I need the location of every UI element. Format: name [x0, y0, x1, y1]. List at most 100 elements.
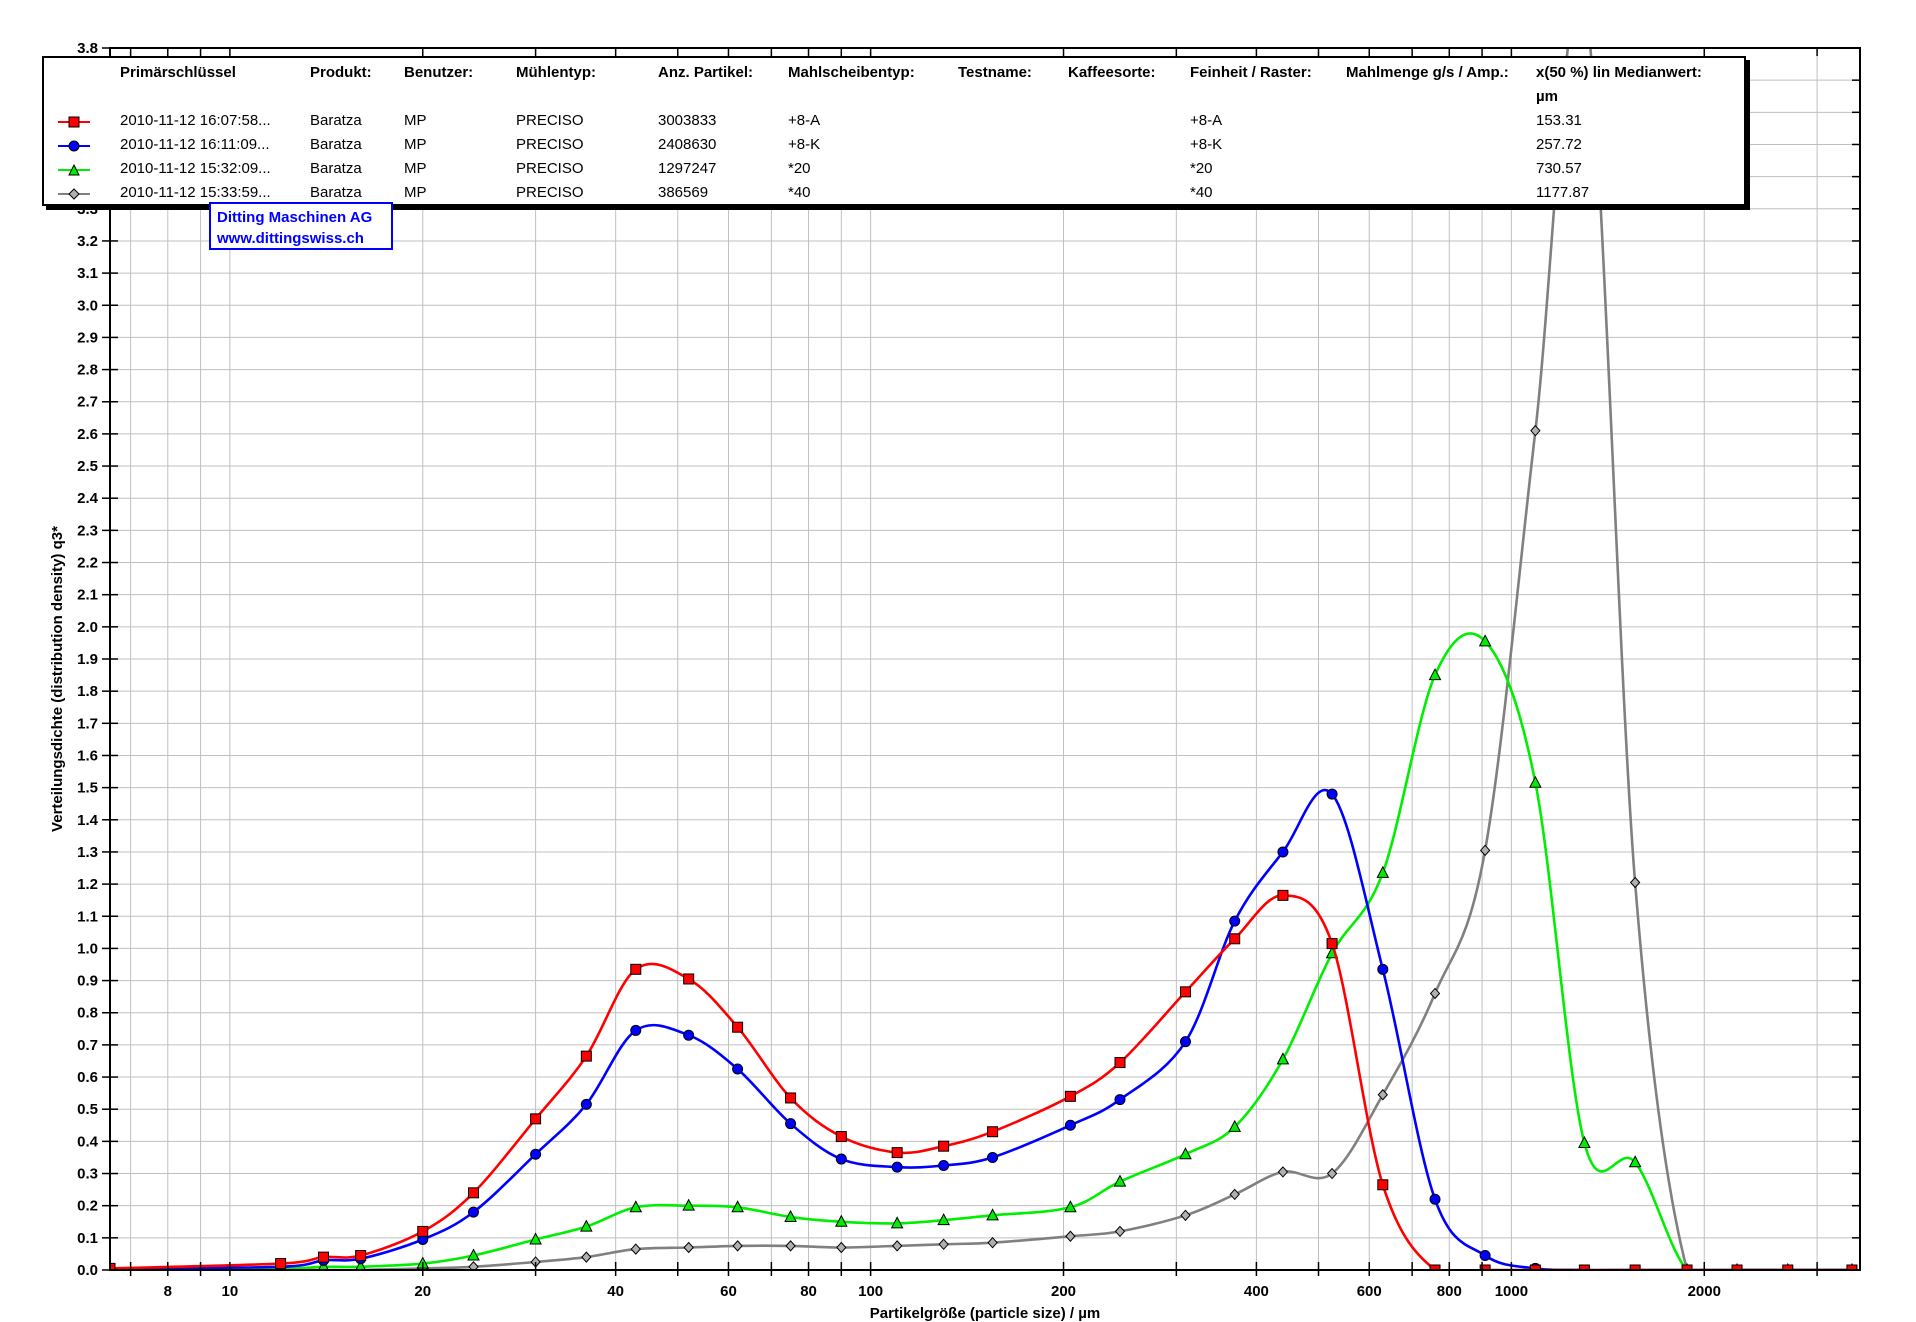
legend-row-user: MP	[404, 136, 427, 153]
legend-row-count: 1297247	[658, 160, 717, 177]
data-point	[987, 1236, 998, 1249]
y-tick-label: 1.3	[77, 844, 98, 861]
data-point	[987, 1126, 999, 1138]
x-tick-label: 600	[1357, 1283, 1382, 1300]
data-point	[1578, 1135, 1591, 1148]
y-tick-label: 0.0	[77, 1262, 98, 1279]
data-point	[891, 1240, 903, 1252]
data-point	[1376, 865, 1390, 878]
y-tick-label: 0.9	[77, 973, 98, 990]
y-tick-label: 0.4	[77, 1133, 99, 1150]
data-point	[1428, 668, 1442, 681]
legend-row-product: Baratza	[310, 136, 362, 153]
data-point	[1429, 1193, 1441, 1205]
y-tick-label: 0.5	[77, 1101, 98, 1118]
legend-row-user: MP	[404, 184, 427, 201]
brand-website: www.dittingswiss.ch	[217, 230, 364, 247]
data-point	[1479, 1250, 1491, 1262]
legend-row-product: Baratza	[310, 160, 362, 177]
data-point	[1179, 986, 1191, 998]
data-point	[938, 1238, 949, 1251]
legend-row-disc: +8-K	[788, 136, 821, 153]
data-point	[1629, 876, 1641, 889]
data-point	[1326, 938, 1338, 950]
series-line	[110, 788, 1852, 1270]
legend-header-key: Primärschlüssel	[120, 64, 236, 81]
legend-symbol-blue-circle	[58, 140, 90, 152]
legend-header-user: Benutzer:	[404, 64, 474, 81]
y-tick-label: 1.8	[77, 683, 98, 700]
x-tick-label: 2000	[1688, 1283, 1721, 1300]
legend-header-count: Anz. Partikel:	[658, 64, 754, 81]
legend-row-mill: PRECISO	[516, 160, 584, 177]
data-point	[836, 1241, 847, 1254]
legend-row-count: 386569	[658, 184, 709, 201]
y-tick-label: 1.7	[77, 715, 98, 732]
y-tick-label: 0.7	[77, 1037, 98, 1054]
data-point	[835, 1131, 847, 1143]
y-tick-label: 2.2	[77, 555, 98, 572]
legend-table: Primärschlüssel Produkt: Benutzer: Mühle…	[42, 56, 1746, 206]
legend-row-product: Baratza	[310, 184, 362, 201]
legend-row-mill: PRECISO	[516, 136, 584, 153]
data-point	[1229, 1188, 1240, 1201]
legend-row-fineness: +8-A	[1190, 112, 1223, 129]
legend-row-median: 153.31	[1536, 112, 1582, 129]
data-point	[1180, 1209, 1191, 1222]
data-point	[630, 1243, 641, 1255]
data-point	[630, 963, 642, 975]
y-tick-label: 1.9	[77, 651, 98, 668]
y-tick-label: 3.1	[77, 265, 98, 282]
y-axis-title: Verteilungsdichte (distribution density)…	[49, 526, 66, 832]
legend-row-mill: PRECISO	[516, 112, 584, 129]
legend-row-mill: PRECISO	[516, 184, 584, 201]
y-tick-label: 1.6	[77, 747, 98, 764]
legend-row-median: 730.57	[1536, 160, 1582, 177]
data-point	[1377, 1179, 1389, 1191]
data-point	[785, 1118, 797, 1130]
brand-box: Ditting Maschinen AG www.dittingswiss.ch	[209, 202, 393, 250]
data-point	[835, 1153, 847, 1165]
data-point	[1580, 0, 1589, 5]
y-tick-label: 3.8	[77, 40, 98, 57]
data-point	[987, 1151, 999, 1163]
x-tick-label: 8	[164, 1283, 172, 1300]
data-point	[1277, 889, 1289, 901]
series-circle	[110, 788, 1858, 1270]
legend-row-key: 2010-11-12 15:32:09...	[120, 160, 271, 177]
y-tick-label: 0.3	[77, 1166, 98, 1183]
x-tick-label: 400	[1244, 1283, 1269, 1300]
data-point	[732, 1021, 744, 1033]
data-point	[467, 1206, 479, 1218]
legend-row-key: 2010-11-12 15:33:59...	[120, 184, 271, 201]
legend-row-user: MP	[404, 160, 427, 177]
legend-header-product: Produkt:	[310, 64, 372, 81]
data-point	[1529, 775, 1542, 788]
x-tick-label: 40	[607, 1283, 624, 1300]
data-point	[683, 1029, 695, 1041]
legend-header-median: x(50 %) lin Medianwert:	[1536, 64, 1702, 81]
data-point	[1277, 1166, 1289, 1178]
legend-symbol-green-triangle	[58, 164, 90, 176]
data-point	[891, 1161, 903, 1173]
y-tick-label: 2.4	[77, 490, 99, 507]
data-point	[530, 1148, 542, 1160]
legend-row-disc: *40	[788, 184, 811, 201]
legend-header-disc: Mahlscheibentyp:	[788, 64, 915, 81]
data-point	[467, 1187, 479, 1199]
data-point	[1429, 987, 1441, 1000]
x-axis-title: Partikelgröße (particle size) / µm	[870, 1305, 1100, 1322]
legend-header-fineness: Feinheit / Raster:	[1190, 64, 1312, 81]
legend-row-disc: +8-A	[788, 112, 821, 129]
legend-row-key: 2010-11-12 16:11:09...	[120, 136, 270, 153]
data-point	[732, 1063, 744, 1075]
y-tick-label: 0.6	[77, 1069, 98, 1086]
data-point	[275, 1258, 287, 1270]
legend-row-fineness: *40	[1190, 184, 1213, 201]
data-point	[1229, 915, 1241, 927]
y-tick-label: 0.8	[77, 1005, 98, 1022]
data-point	[417, 1225, 429, 1237]
y-tick-label: 1.2	[77, 876, 98, 893]
series-triangle	[110, 632, 1856, 1270]
legend-median-unit: µm	[1536, 88, 1558, 105]
